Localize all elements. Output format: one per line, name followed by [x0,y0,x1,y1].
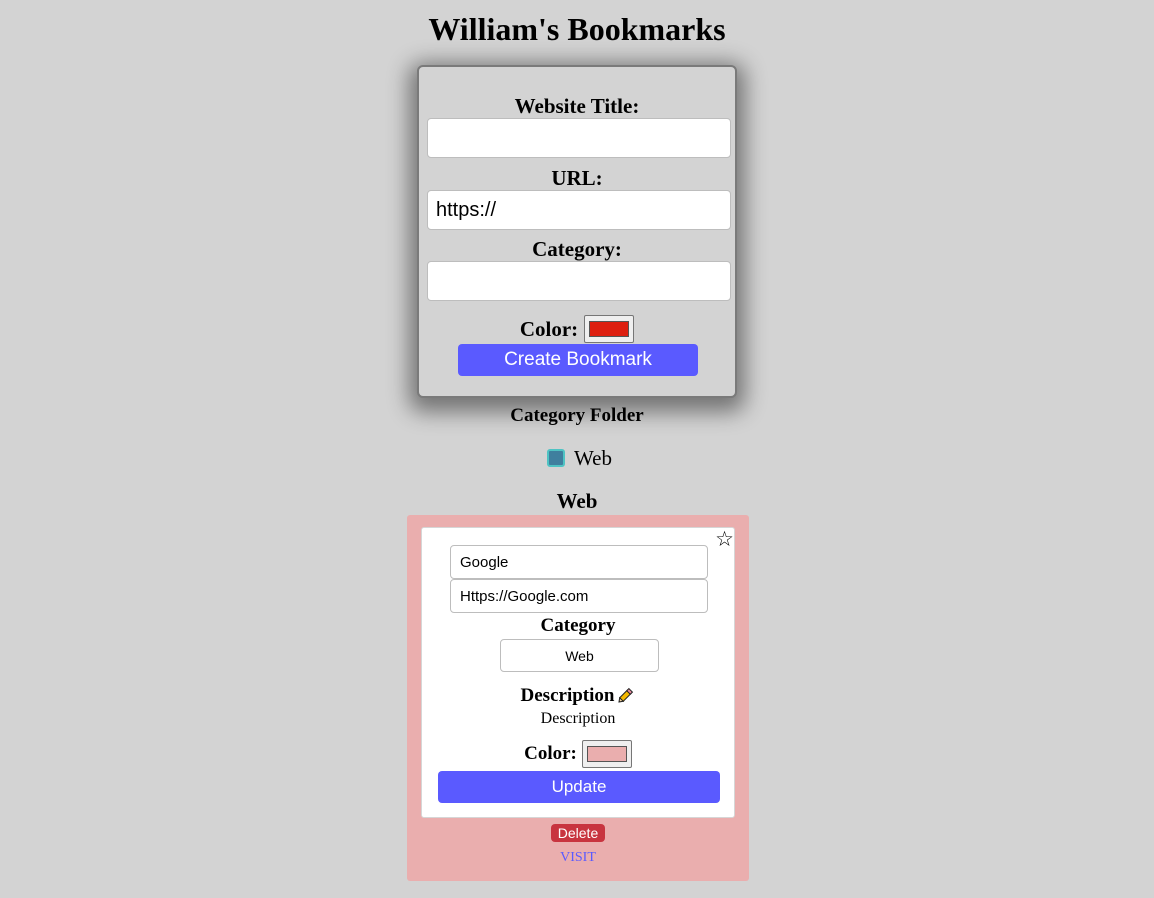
bookmark-url-input[interactable] [450,579,708,613]
bookmarks-page: William's Bookmarks Website Title: URL: … [0,0,1154,898]
description-text[interactable]: Description [422,709,734,729]
category-label: Category: [532,237,622,261]
bookmark-color-row: Color: [422,740,734,768]
visit-link[interactable]: VISIT [407,850,749,866]
pencil-icon[interactable] [615,686,635,706]
delete-button[interactable]: Delete [551,824,605,842]
folder-color-icon [547,449,565,467]
color-row: Color: [419,315,735,343]
description-label: Description [520,685,615,706]
category-input[interactable] [427,261,731,301]
category-heading: Web [556,489,598,513]
update-button[interactable]: Update [438,771,720,803]
category-folder-heading: Category Folder [510,405,644,426]
website-title-input[interactable] [427,118,731,158]
folder-item-web[interactable]: Web [547,446,612,470]
bookmark-color-swatch [586,746,627,762]
folder-item-label: Web [574,445,612,470]
create-bookmark-button[interactable]: Create Bookmark [458,344,698,376]
page-title: William's Bookmarks [428,11,726,47]
color-swatch [589,321,630,337]
url-input[interactable] [427,190,731,230]
color-picker[interactable] [584,315,635,343]
bookmark-category-input[interactable] [500,639,659,672]
color-label: Color: [519,316,579,341]
star-outline-icon[interactable]: ☆ [715,528,734,550]
bookmark-card: ☆ Category Description [407,515,749,881]
bookmark-card-body: ☆ Category Description [421,527,735,818]
url-label: URL: [551,166,603,190]
create-bookmark-form: Website Title: URL: Category: Color: Cre… [417,65,737,398]
bookmark-title-input[interactable] [450,545,708,579]
bookmark-color-picker[interactable] [581,740,632,768]
bookmark-color-label: Color: [524,743,577,764]
bookmark-category-label: Category [540,615,616,636]
description-header: Description [422,685,734,707]
website-title-label: Website Title: [514,94,640,118]
